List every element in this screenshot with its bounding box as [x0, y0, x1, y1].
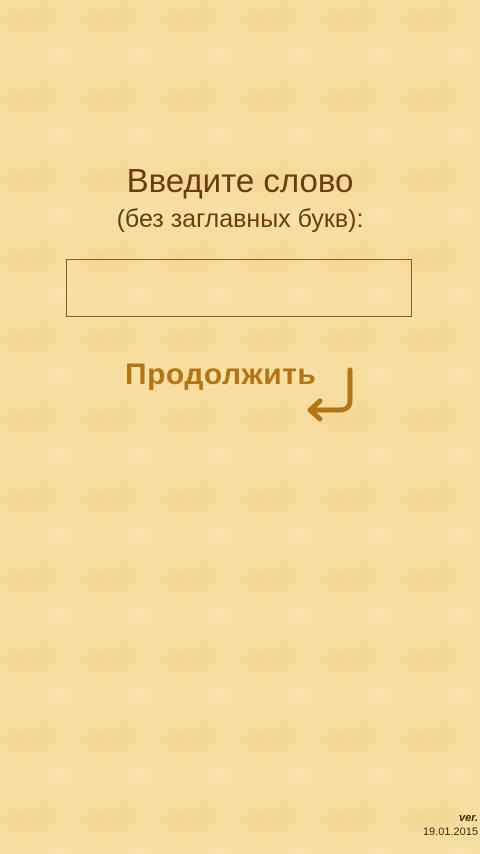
word-input[interactable] — [66, 259, 412, 317]
version-info: ver. 19.01.2015 — [423, 812, 478, 839]
continue-button-label: Продолжить — [125, 358, 317, 391]
prompt-subtitle: (без заглавных букв): — [116, 205, 364, 233]
word-entry-screen: Введите слово (без заглавных букв): Прод… — [0, 0, 480, 854]
version-date: 19.01.2015 — [422, 826, 478, 838]
enter-arrow-icon — [307, 367, 353, 422]
version-label: ver. — [459, 812, 478, 824]
continue-button[interactable]: Продолжить — [122, 356, 362, 426]
prompt-title: Введите слово — [126, 162, 354, 199]
